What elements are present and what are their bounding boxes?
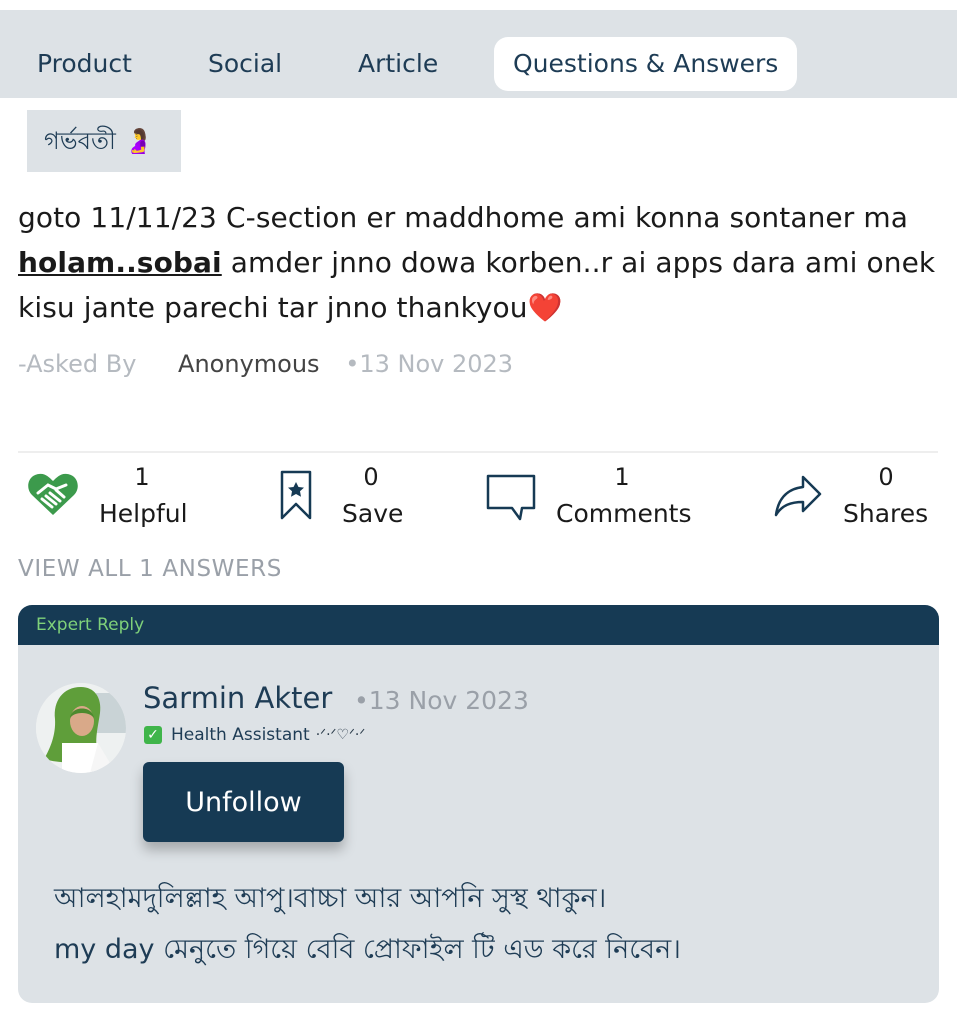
- comments-count: 1: [614, 463, 630, 491]
- avatar-image: [36, 683, 126, 773]
- tab-bar: Product Social Article Questions & Answe…: [0, 10, 957, 98]
- expert-role: ✓ Health Assistant ·ᐟ·ᐟ♡ᐟ·ᐟ: [144, 725, 365, 745]
- category-chip[interactable]: গর্ভবতী 🤰: [27, 110, 181, 172]
- tab-social[interactable]: Social: [208, 37, 282, 91]
- divider: [18, 451, 938, 453]
- unfollow-button[interactable]: Unfollow: [143, 762, 344, 842]
- avatar[interactable]: [36, 683, 126, 773]
- save-count: 0: [363, 463, 379, 491]
- comments-label: Comments: [556, 499, 692, 528]
- tab-product[interactable]: Product: [37, 37, 132, 91]
- helpful-count: 1: [134, 463, 150, 491]
- save-label: Save: [342, 499, 404, 528]
- asked-by-label: -Asked By: [18, 350, 137, 378]
- expert-role-label: Health Assistant: [171, 725, 310, 745]
- helpful-label: Helpful: [99, 499, 188, 528]
- expert-reply-date: •13 Nov 2023: [354, 686, 529, 715]
- answer-line-1: আলহামদুলিল্লাহ আপু।বাচ্চা আর আপনি সুস্থ …: [54, 883, 607, 914]
- expert-reply-header: Expert Reply: [18, 605, 939, 645]
- heart-handshake-icon: [28, 473, 78, 515]
- expert-answer-text: আলহামদুলিল্লাহ আপু।বাচ্চা আর আপনি সুস্থ …: [54, 873, 914, 975]
- question-author[interactable]: Anonymous: [178, 350, 320, 378]
- question-text: goto 11/11/23 C-section er maddhome ami …: [18, 195, 938, 330]
- question-highlight: holam..sobai: [18, 246, 222, 279]
- expert-name[interactable]: Sarmin Akter: [143, 681, 332, 715]
- share-icon: [774, 475, 822, 517]
- helpful-button[interactable]: 1 Helpful: [26, 463, 196, 533]
- bookmark-icon: [280, 470, 312, 520]
- shares-label: Shares: [843, 499, 929, 528]
- view-all-answers-link[interactable]: VIEW ALL 1 ANSWERS: [18, 556, 282, 582]
- question-text-start: goto 11/11/23 C-section er maddhome ami …: [18, 201, 908, 234]
- question-date: •13 Nov 2023: [345, 350, 514, 378]
- share-button[interactable]: 0 Shares: [773, 463, 933, 533]
- tab-questions-answers[interactable]: Questions & Answers: [494, 37, 798, 91]
- comment-icon: [486, 474, 536, 521]
- heartbeat-decoration: ·ᐟ·ᐟ♡ᐟ·ᐟ: [315, 727, 366, 743]
- comments-button[interactable]: 1 Comments: [485, 463, 695, 533]
- save-button[interactable]: 0 Save: [278, 463, 408, 533]
- expert-reply-card: Expert Reply Sarmin Akter •13 Nov 2023 ✓…: [18, 605, 939, 1003]
- shares-count: 0: [878, 463, 894, 491]
- answer-line-2: my day মেনুতে গিয়ে বেবি প্রোফাইল টি এড …: [54, 934, 681, 965]
- tab-article[interactable]: Article: [358, 37, 438, 91]
- question-meta: -Asked By Anonymous •13 Nov 2023: [18, 346, 513, 382]
- verified-check-icon: ✓: [144, 726, 162, 744]
